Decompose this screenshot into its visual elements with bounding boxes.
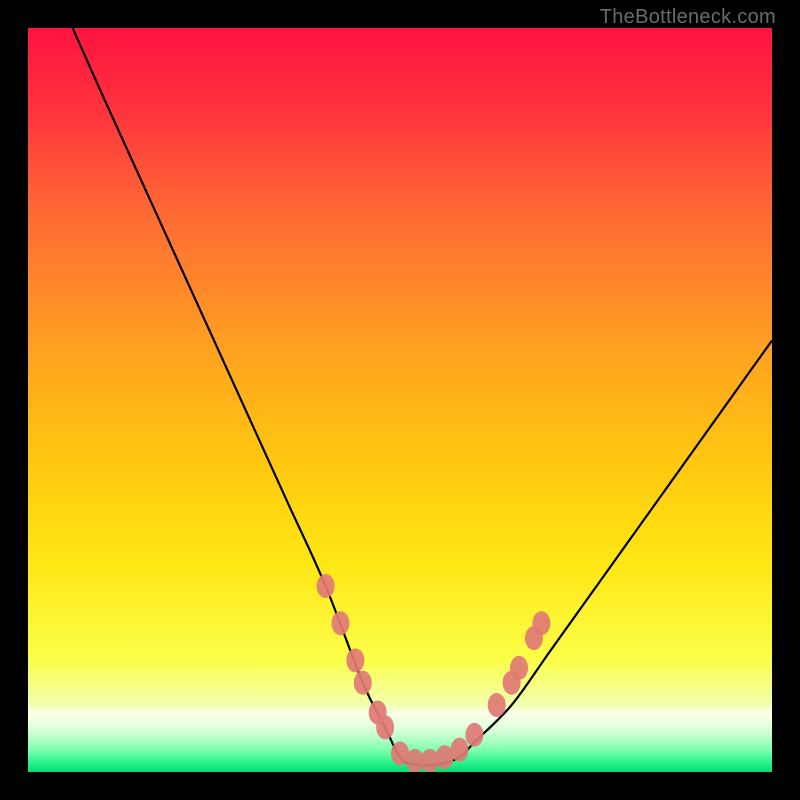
marker-dot: [354, 671, 372, 695]
marker-dot: [317, 574, 335, 598]
chart-container: TheBottleneck.com: [0, 0, 800, 800]
chart-svg: [28, 28, 772, 772]
marker-dot: [451, 738, 469, 762]
plot-area: [28, 28, 772, 772]
marker-dot: [331, 611, 349, 635]
marker-dot: [510, 656, 528, 680]
marker-dot: [532, 611, 550, 635]
marker-dot: [465, 723, 483, 747]
marker-dot: [346, 648, 364, 672]
marker-dot: [488, 693, 506, 717]
gradient-background: [28, 28, 772, 772]
marker-dot: [376, 715, 394, 739]
watermark-text: TheBottleneck.com: [600, 6, 776, 29]
